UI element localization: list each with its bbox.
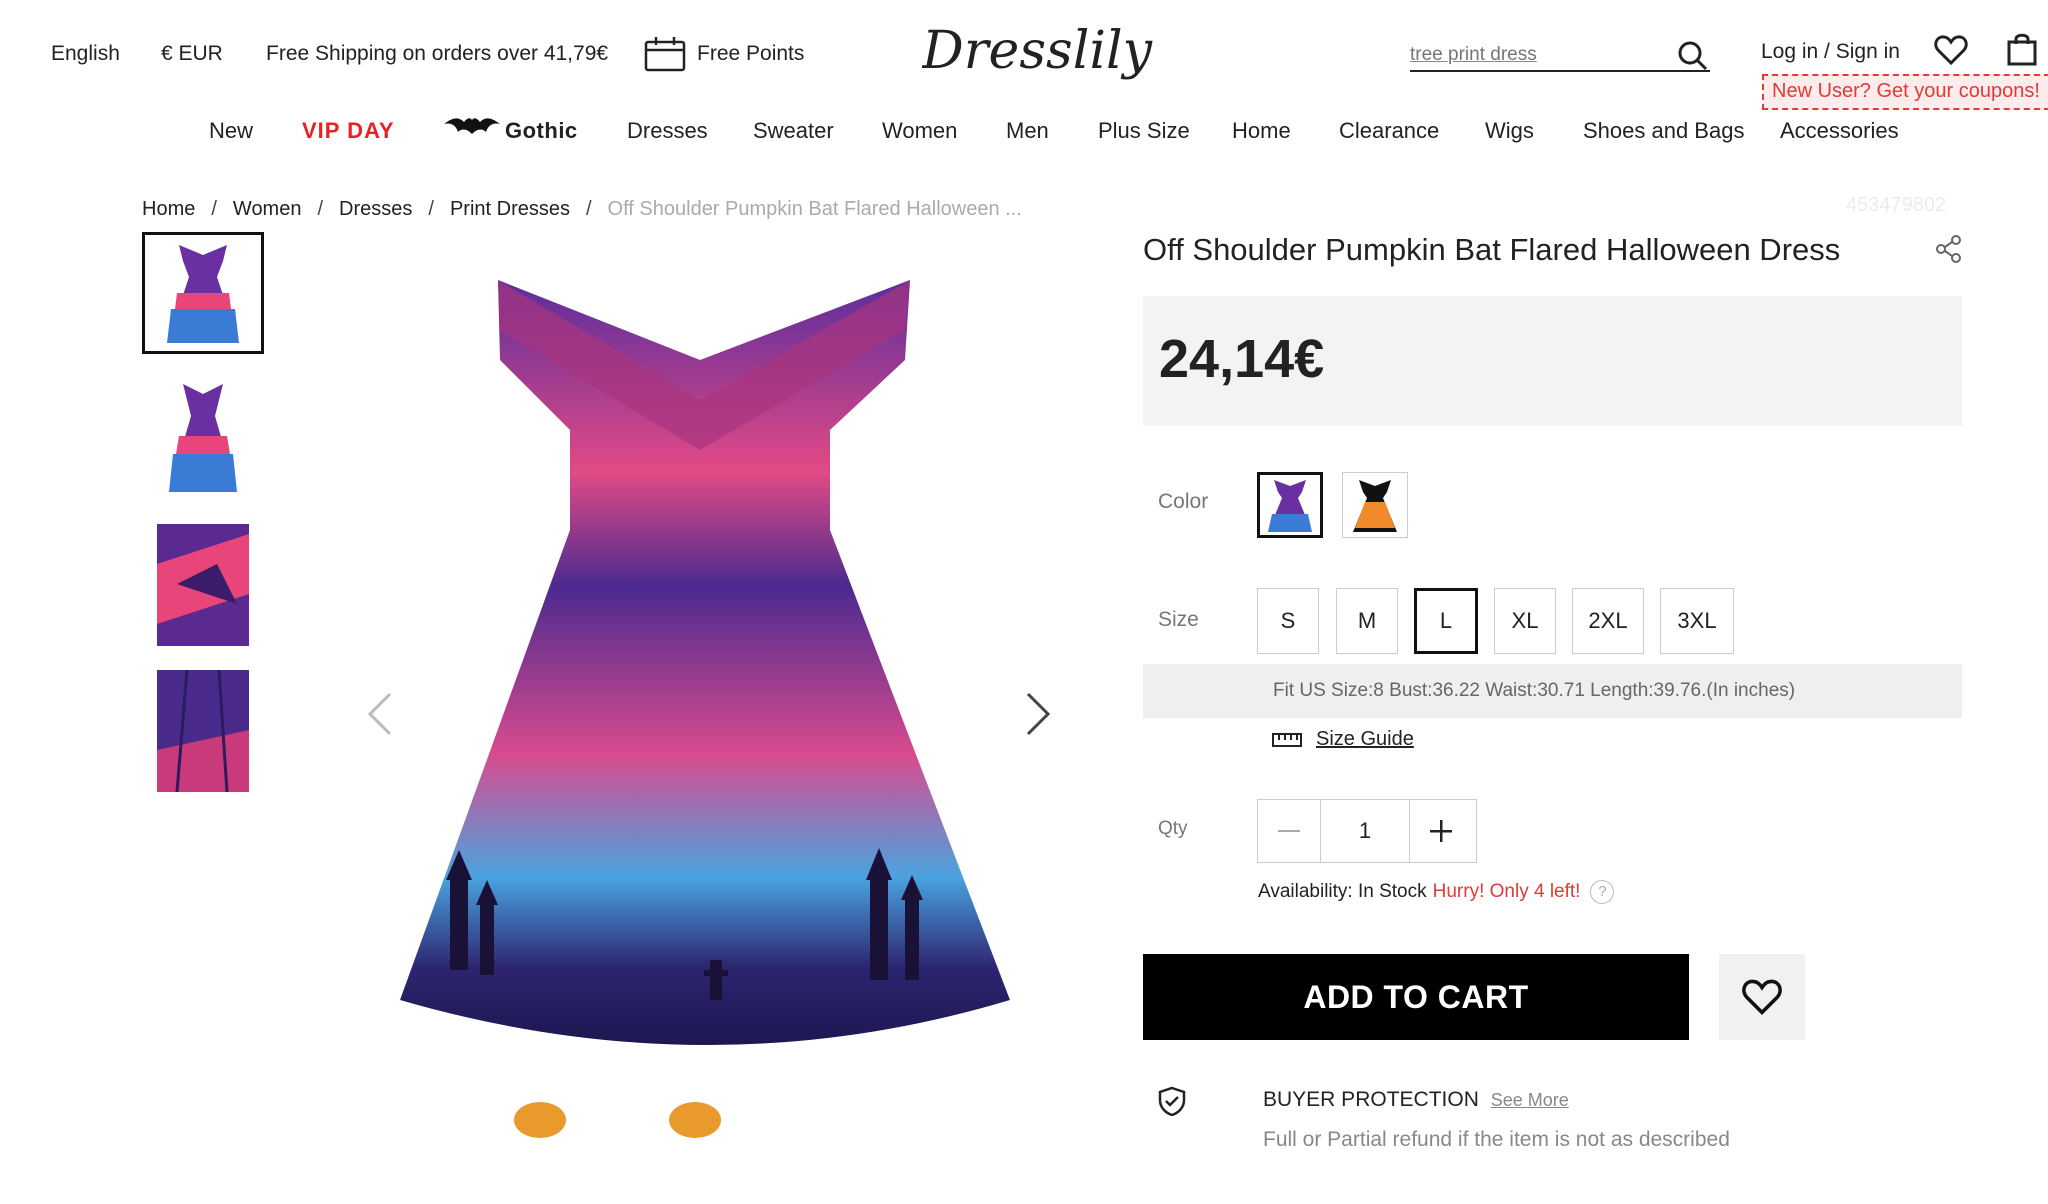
size-label: Size (1158, 608, 1199, 631)
add-to-cart-button[interactable]: ADD TO CART (1143, 954, 1689, 1040)
add-to-wishlist-button[interactable] (1719, 954, 1805, 1040)
availability: Availability: In Stock Hurry! Only 4 lef… (1258, 880, 1615, 904)
fit-size-info: Fit US Size:8 Bust:36.22 Waist:30.71 Len… (1143, 664, 1962, 718)
nav-item-sweater[interactable]: Sweater (753, 118, 834, 144)
nav-item-vip-day[interactable]: VIP DAY (302, 118, 395, 144)
nav-item-dresses[interactable]: Dresses (627, 118, 708, 144)
nav-item-plus-size[interactable]: Plus Size (1098, 118, 1190, 144)
breadcrumb-home[interactable]: Home (142, 198, 195, 221)
nav-item-gothic[interactable]: Gothic (505, 118, 578, 144)
thumbnail-3[interactable] (142, 524, 264, 646)
nav-item-men[interactable]: Men (1006, 118, 1049, 144)
color-swatch-orange[interactable] (1342, 472, 1408, 538)
availability-status: Availability: In Stock (1258, 881, 1427, 902)
breadcrumb: Home / Women / Dresses / Print Dresses / Off Sho… (142, 198, 1022, 221)
size-option-s[interactable]: S (1257, 588, 1319, 654)
main-nav: New VIP DAY Gothic Dresses Sweater Women… (0, 118, 2048, 148)
product-title: Off Shoulder Pumpkin Bat Flared Hallowee… (1143, 232, 1841, 267)
language-selector[interactable]: English (51, 42, 120, 66)
search-input[interactable] (1410, 36, 1670, 66)
price-box: 24,14€ (1143, 296, 1962, 426)
breadcrumb-women[interactable]: Women (233, 198, 302, 221)
nav-item-accessories[interactable]: Accessories (1780, 118, 1899, 144)
next-image-arrow-icon[interactable] (1024, 690, 1052, 738)
help-icon[interactable]: ? (1590, 880, 1615, 904)
size-guide-label[interactable]: Size Guide (1316, 728, 1414, 751)
product-sku: 453479802 (1846, 194, 1947, 216)
quantity-stepper: 1 (1257, 799, 1477, 863)
qty-value[interactable]: 1 (1320, 800, 1410, 862)
dresslily-logo[interactable]: Dresslily (922, 16, 1182, 96)
currency-selector[interactable]: € EUR (161, 42, 223, 66)
buyer-protection-description: Full or Partial refund if the item is no… (1263, 1128, 1730, 1151)
prev-image-arrow-icon[interactable] (366, 690, 394, 738)
see-more-link[interactable]: See More (1491, 1090, 1569, 1110)
share-icon[interactable] (1934, 234, 1964, 264)
stock-warning: Hurry! Only 4 left! (1432, 881, 1581, 902)
size-option-2xl[interactable]: 2XL (1572, 588, 1644, 654)
logo-text: Dresslily (922, 21, 1153, 81)
size-option-m[interactable]: M (1336, 588, 1398, 654)
thumbnail-2[interactable] (142, 377, 264, 499)
nav-item-women[interactable]: Women (882, 118, 957, 144)
size-option-l[interactable]: L (1414, 588, 1478, 654)
qty-label: Qty (1158, 818, 1188, 839)
buyer-protection-label: BUYER PROTECTION (1263, 1088, 1479, 1111)
breadcrumb-separator: / (211, 198, 217, 220)
color-label: Color (1158, 490, 1209, 513)
shopping-bag-icon[interactable] (2006, 32, 2040, 66)
search-icon[interactable] (1676, 39, 1708, 71)
breadcrumb-separator: / (317, 198, 324, 220)
breadcrumb-separator: / (428, 198, 434, 220)
thumbnail-1[interactable] (142, 232, 264, 354)
search-bar[interactable] (1410, 36, 1710, 72)
heart-icon[interactable] (1934, 34, 1968, 66)
nav-item-new[interactable]: New (209, 118, 253, 144)
free-shipping-text: Free Shipping on orders over 41,79€ (266, 42, 609, 65)
thumbnail-4[interactable] (142, 670, 264, 792)
nav-item-clearance[interactable]: Clearance (1339, 118, 1439, 144)
new-user-coupon-banner[interactable]: New User? Get your coupons! (1762, 74, 2048, 110)
product-price: 24,14€ (1159, 329, 1325, 389)
qty-increase-button[interactable] (1410, 800, 1472, 862)
nav-item-wigs[interactable]: Wigs (1485, 118, 1534, 144)
heart-icon (1742, 979, 1782, 1015)
breadcrumb-current: Off Shoulder Pumpkin Bat Flared Hallowee… (607, 198, 1022, 220)
product-main-image (330, 240, 1100, 1204)
free-points-link[interactable]: Free Points (697, 42, 804, 66)
buyer-protection-title: BUYER PROTECTION See More (1263, 1088, 1569, 1112)
breadcrumb-separator: / (585, 198, 592, 220)
size-option-xl[interactable]: XL (1494, 588, 1556, 654)
shield-check-icon (1158, 1086, 1186, 1116)
size-option-3xl[interactable]: 3XL (1660, 588, 1734, 654)
login-link[interactable]: Log in / Sign in (1761, 40, 1900, 64)
ruler-icon (1272, 732, 1302, 747)
nav-item-home[interactable]: Home (1232, 118, 1291, 144)
breadcrumb-print-dresses[interactable]: Print Dresses (450, 198, 570, 221)
bat-icon (442, 112, 502, 138)
color-swatch-purple[interactable] (1257, 472, 1323, 538)
breadcrumb-dresses[interactable]: Dresses (339, 198, 412, 221)
nav-item-shoes-and-bags[interactable]: Shoes and Bags (1583, 118, 1744, 144)
calendar-icon (644, 36, 686, 72)
qty-decrease-button[interactable] (1258, 800, 1320, 862)
size-guide-link[interactable]: Size Guide (1272, 728, 1414, 751)
